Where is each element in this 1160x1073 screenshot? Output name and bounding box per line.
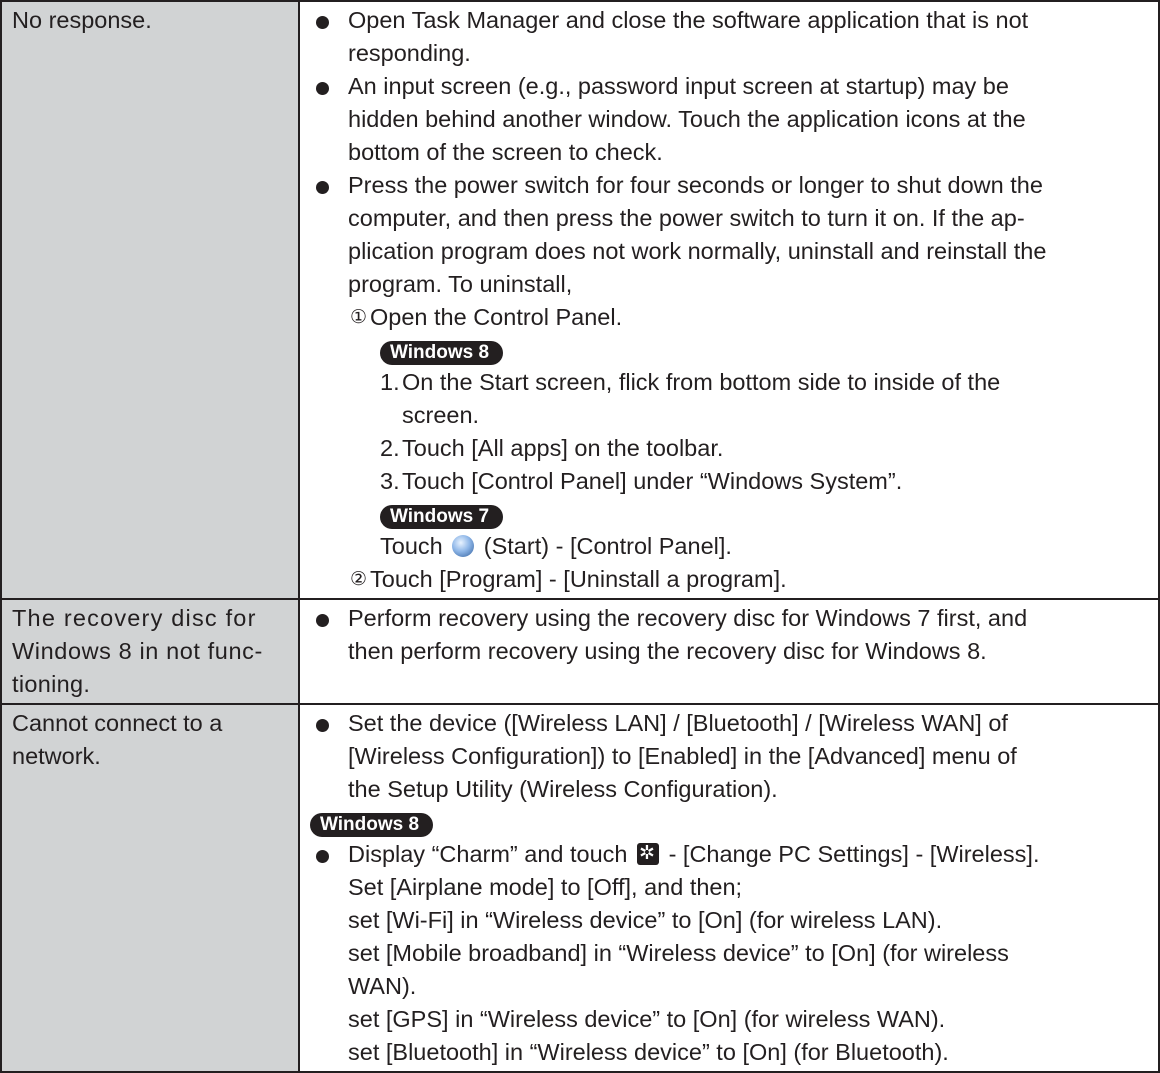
sub-step: 2. Touch [All apps] on the toolbar. bbox=[380, 435, 724, 461]
bullet-item: Display “Charm” and touch - [Change PC S… bbox=[310, 837, 1152, 1069]
bullet-item: Open Task Manager and close the software… bbox=[310, 4, 1152, 70]
symptom-cell: The recovery disc for Windows 8 in not f… bbox=[0, 598, 300, 705]
bullet-item: Press the power switch for four seconds … bbox=[310, 169, 1152, 301]
solution-cell: Set the device ([Wireless LAN] / [Blueto… bbox=[298, 703, 1160, 1073]
windows-8-badge: Windows 8 bbox=[310, 813, 434, 837]
windows-7-badge: Windows 7 bbox=[380, 505, 504, 529]
symptom-cell: No response. bbox=[0, 0, 300, 600]
step-number: ① bbox=[350, 306, 368, 328]
bullet-item: Perform recovery using the recovery disc… bbox=[310, 602, 1152, 668]
step-number: ② bbox=[350, 568, 368, 590]
sub-step: 1. On the Start screen, flick from botto… bbox=[380, 369, 1001, 428]
bullet-item: An input screen (e.g., password input sc… bbox=[310, 70, 1152, 169]
bullet-item: Set the device ([Wireless LAN] / [Blueto… bbox=[310, 707, 1152, 806]
windows-8-badge: Windows 8 bbox=[380, 341, 504, 365]
windows-start-icon bbox=[452, 535, 475, 557]
symptom-text: No response. bbox=[12, 7, 152, 33]
solution-cell: Perform recovery using the recovery disc… bbox=[298, 598, 1160, 705]
symptom-cell: Cannot connect to a network. bbox=[0, 703, 300, 1073]
troubleshooting-table: No response. Open Task Manager and close… bbox=[0, 0, 1160, 1073]
table-row: The recovery disc for Windows 8 in not f… bbox=[0, 598, 1160, 705]
sub-step: 3. Touch [Control Panel] under “Windows … bbox=[380, 468, 903, 494]
numbered-step: ① Open the Control Panel. bbox=[310, 301, 1152, 334]
numbered-step: ② Touch [Program] - [Uninstall a program… bbox=[310, 563, 1152, 596]
solution-cell: Open Task Manager and close the software… bbox=[298, 0, 1160, 600]
table-row: Cannot connect to a network. Set the dev… bbox=[0, 703, 1160, 1073]
table-row: No response. Open Task Manager and close… bbox=[0, 0, 1160, 600]
win7-instruction: Touch (Start) - [Control Panel]. bbox=[380, 533, 732, 559]
settings-gear-icon bbox=[637, 837, 660, 870]
